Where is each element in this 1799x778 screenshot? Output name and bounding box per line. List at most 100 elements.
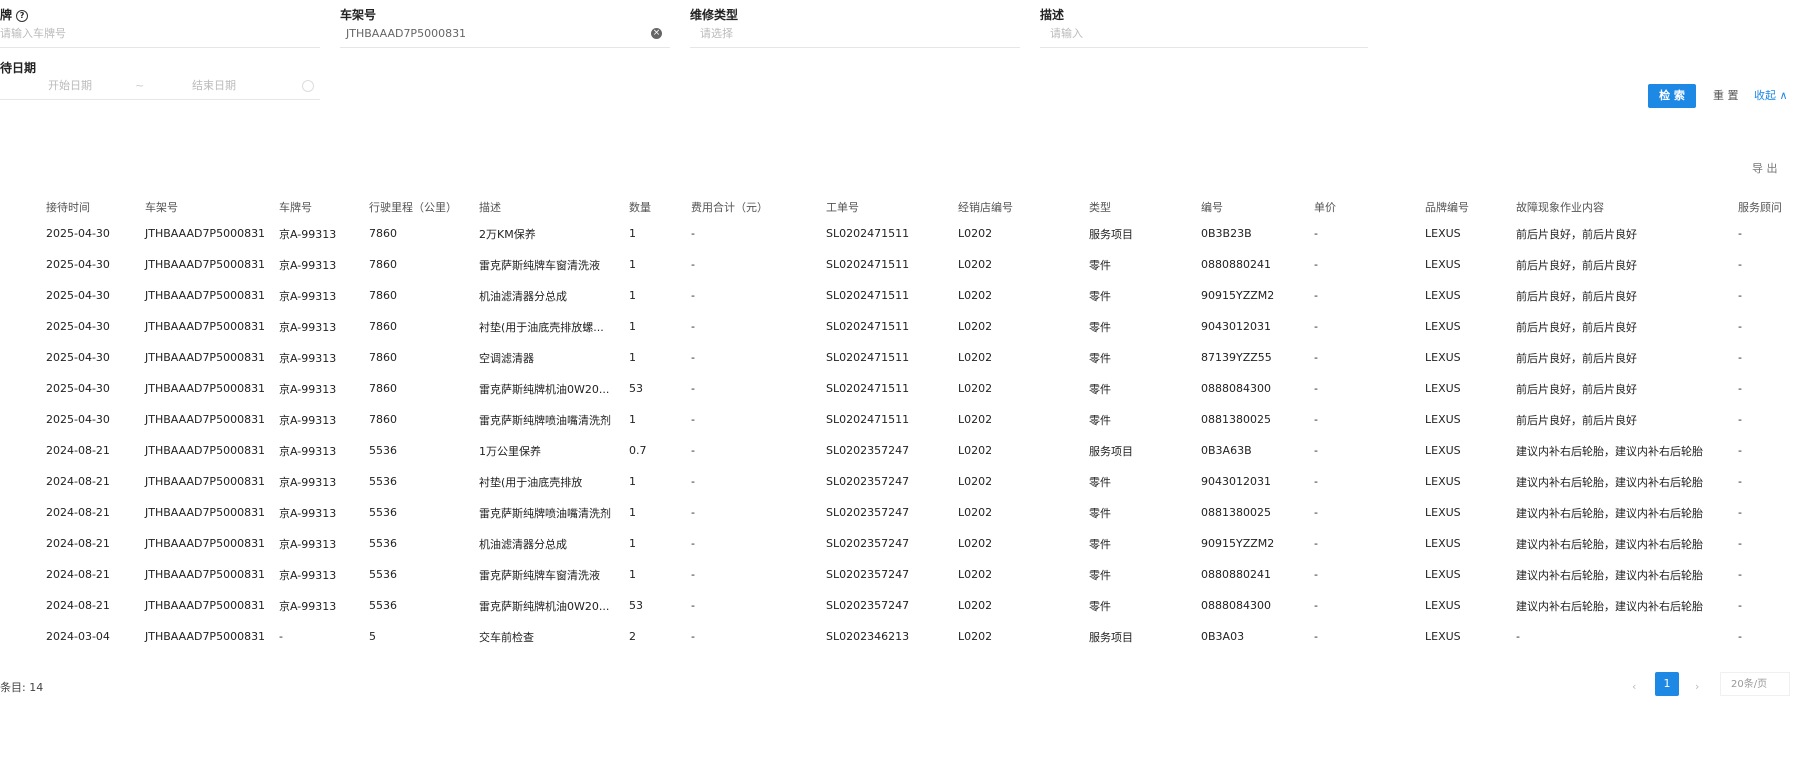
row-select-cell [0,218,42,249]
date-range-picker[interactable]: 开始日期 ~ 结束日期 [0,72,320,100]
cell-plate: 京A-99313 [279,506,337,520]
column-header[interactable]: 工单号 [822,196,954,218]
cell-order: SL0202357247 [826,568,910,581]
cell-vin: JTHBAAAD7P5000831 [145,413,266,426]
table-row[interactable]: 2024-03-04 JTHBAAAD7P5000831-5 交车前检查 2- SL02… [0,621,1799,652]
cell-price: - [1314,413,1318,426]
column-header[interactable]: 费用合计（元） [687,196,822,218]
cell-plate: 京A-99313 [279,382,337,396]
cell-date: 2024-08-21 [46,506,110,519]
description-input[interactable]: 请输入 [1040,20,1368,48]
cell-price: - [1314,227,1318,240]
row-select-cell [0,435,42,466]
start-date-placeholder: 开始日期 [48,79,92,92]
cell-order: SL0202471511 [826,320,910,333]
cell-plate: 京A-99313 [279,599,337,613]
cell-desc: 雷克萨斯纯牌车窗清洗液 [479,258,600,272]
column-header[interactable]: 数量 [625,196,687,218]
cell-date: 2025-04-30 [46,258,110,271]
reset-button[interactable]: 重 置 [1713,84,1739,108]
table-row[interactable]: 2025-04-30 JTHBAAAD7P5000831 京A-99313 7860 2… [0,218,1799,249]
collapse-button[interactable]: 收起 ∧ [1754,84,1788,108]
cell-type: 零件 [1089,599,1111,613]
cell-vin: JTHBAAAD7P5000831 [145,506,266,519]
column-header[interactable]: 服务顾问 [1734,196,1799,218]
cell-code: 0880880241 [1201,568,1271,581]
column-header[interactable]: 车牌号 [275,196,365,218]
cell-content: 建议内补右后轮胎，建议内补右后轮胎 [1516,599,1703,613]
cell-advisor: - [1738,568,1742,581]
cell-order: SL0202357247 [826,444,910,457]
cell-cost: - [691,599,695,612]
table-row[interactable]: 2025-04-30 JTHBAAAD7P5000831 京A-99313 7860 机… [0,280,1799,311]
cell-type: 零件 [1089,289,1111,303]
table-row[interactable]: 2025-04-30 JTHBAAAD7P5000831 京A-99313 7860 衬… [0,311,1799,342]
cell-dealer: L0202 [958,382,993,395]
cell-code: 9043012031 [1201,320,1271,333]
cell-plate: 京A-99313 [279,351,337,365]
cell-vin: JTHBAAAD7P5000831 [145,537,266,550]
column-header[interactable]: 行驶里程（公里） [365,196,475,218]
vin-input[interactable]: JTHBAAAD7P5000831 × [340,20,670,48]
cell-mileage: 5536 [369,444,397,457]
cell-content: 建议内补右后轮胎，建议内补右后轮胎 [1516,506,1703,520]
cell-vin: JTHBAAAD7P5000831 [145,630,266,643]
cell-content: 前后片良好，前后片良好 [1516,351,1637,365]
cell-code: 0888084300 [1201,382,1271,395]
cell-desc: 衬垫(用于油底壳排放 [479,475,583,489]
cell-code: 87139YZZ55 [1201,351,1272,364]
record-count: 条目: 14 [0,681,44,694]
repair-type-select[interactable]: 请选择 [690,20,1020,48]
table-row[interactable]: 2025-04-30 JTHBAAAD7P5000831 京A-99313 7860 雷… [0,373,1799,404]
cell-date: 2024-03-04 [46,630,110,643]
cell-qty: 53 [629,382,643,395]
column-header[interactable]: 经销店编号 [954,196,1085,218]
table-row[interactable]: 2024-08-21 JTHBAAAD7P5000831 京A-99313 5536 机… [0,528,1799,559]
cell-type: 服务项目 [1089,630,1133,644]
page-1-button[interactable]: 1 [1655,672,1679,696]
cell-vin: JTHBAAAD7P5000831 [145,599,266,612]
prev-page-button[interactable]: ‹ [1632,680,1636,693]
table-row[interactable]: 2024-08-21 JTHBAAAD7P5000831 京A-99313 5536 雷… [0,559,1799,590]
plate-input-placeholder: 请输入车牌号 [0,27,66,40]
cell-advisor: - [1738,506,1742,519]
next-page-button[interactable]: › [1695,680,1699,693]
table-row[interactable]: 2024-08-21 JTHBAAAD7P5000831 京A-99313 5536 雷… [0,497,1799,528]
column-header[interactable]: 车架号 [141,196,275,218]
cell-plate: 京A-99313 [279,568,337,582]
clear-icon[interactable]: × [651,28,662,39]
table-row[interactable]: 2025-04-30 JTHBAAAD7P5000831 京A-99313 7860 雷… [0,404,1799,435]
cell-date: 2024-08-21 [46,568,110,581]
column-header[interactable]: 品牌编号 [1421,196,1512,218]
column-header[interactable]: 类型 [1085,196,1197,218]
calendar-icon[interactable] [302,80,314,92]
export-button[interactable]: 导 出 [1752,160,1778,176]
cell-advisor: - [1738,258,1742,271]
column-header[interactable]: 故障现象作业内容 [1512,196,1734,218]
cell-type: 零件 [1089,320,1111,334]
cell-code: 0B3B23B [1201,227,1252,240]
column-header[interactable]: 编号 [1197,196,1310,218]
table-row[interactable]: 2024-08-21 JTHBAAAD7P5000831 京A-99313 5536 雷… [0,590,1799,621]
cell-mileage: 7860 [369,351,397,364]
cell-qty: 2 [629,630,636,643]
table-row[interactable]: 2025-04-30 JTHBAAAD7P5000831 京A-99313 7860 雷… [0,249,1799,280]
plate-input[interactable]: 请输入车牌号 [0,20,320,48]
column-header[interactable]: 单价 [1310,196,1421,218]
cell-price: - [1314,320,1318,333]
column-header[interactable]: 描述 [475,196,625,218]
cell-vin: JTHBAAAD7P5000831 [145,227,266,240]
cell-brand: LEXUS [1425,475,1461,488]
cell-desc: 雷克萨斯纯牌车窗清洗液 [479,568,600,582]
column-header[interactable]: 接待时间 [42,196,141,218]
cell-cost: - [691,630,695,643]
page-size-select[interactable]: 20条/页 [1720,672,1790,696]
cell-desc: 空调滤清器 [479,351,534,365]
table-row[interactable]: 2025-04-30 JTHBAAAD7P5000831 京A-99313 7860 空… [0,342,1799,373]
cell-content: - [1516,630,1520,643]
table-row[interactable]: 2024-08-21 JTHBAAAD7P5000831 京A-99313 5536 衬… [0,466,1799,497]
cell-plate: 京A-99313 [279,444,337,458]
cell-dealer: L0202 [958,506,993,519]
table-row[interactable]: 2024-08-21 JTHBAAAD7P5000831 京A-99313 5536 1… [0,435,1799,466]
search-button[interactable]: 检 索 [1648,84,1696,108]
